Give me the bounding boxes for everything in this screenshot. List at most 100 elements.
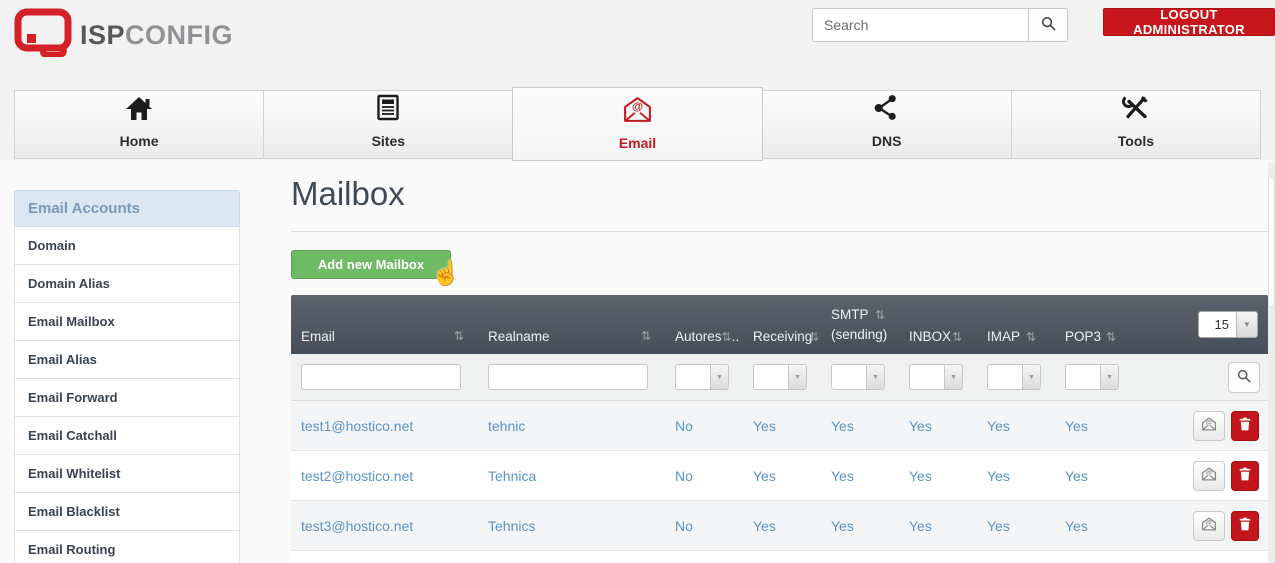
sidebar-item-email-catchall[interactable]: Email Catchall [14, 417, 240, 455]
filter-imap-select[interactable]: ▼ [987, 364, 1041, 390]
column-header-pop3: POP3⇅ [1055, 329, 1133, 354]
cell-pop3[interactable]: Yes [1055, 468, 1133, 484]
sort-icon-imap[interactable]: ⇅ [1026, 330, 1036, 344]
search-button[interactable] [1028, 8, 1068, 42]
cell-email[interactable]: test2@hostico.net [291, 468, 478, 484]
sort-icon-realname[interactable]: ⇅ [641, 329, 651, 344]
sidebar-item-email-whitelist[interactable]: Email Whitelist [14, 455, 240, 493]
delete-button[interactable] [1231, 411, 1259, 441]
cell-email[interactable]: test3@hostico.net [291, 518, 478, 534]
cell-receiving[interactable]: Yes [743, 468, 821, 484]
table-row: test2@hostico.net Tehnica No Yes Yes Yes… [291, 451, 1268, 501]
cell-inbox[interactable]: Yes [899, 468, 977, 484]
tab-dns[interactable]: DNS [763, 90, 1012, 159]
cell-autoresponder[interactable]: No [665, 418, 743, 434]
filter-pop3-select[interactable]: ▼ [1065, 364, 1119, 390]
sidebar-item-domain[interactable]: Domain [14, 227, 240, 265]
webmail-envelope-icon: @ [1201, 517, 1217, 534]
cell-email[interactable]: test1@hostico.net [291, 418, 478, 434]
column-header-autoresponder-ellipsis: .. [732, 329, 740, 344]
filter-search-button[interactable] [1228, 362, 1260, 393]
sidebar-item-domain-alias[interactable]: Domain Alias [14, 265, 240, 303]
sort-icon-receiving[interactable]: ⇅ [809, 330, 819, 344]
filter-realname-input[interactable] [488, 364, 648, 390]
scrollbar-thumb[interactable] [1268, 177, 1275, 307]
main-navigation: Home Sites @ Email DNS Tools [14, 90, 1261, 159]
sidebar-item-email-blacklist[interactable]: Email Blacklist [14, 493, 240, 531]
filter-autoresponder-select[interactable]: ▼ [675, 364, 729, 390]
dns-network-icon [873, 94, 900, 126]
cell-receiving[interactable]: Yes [743, 518, 821, 534]
tab-sites[interactable]: Sites [264, 90, 513, 159]
sort-icon-pop3[interactable]: ⇅ [1106, 330, 1116, 344]
cell-imap[interactable]: Yes [977, 418, 1055, 434]
webmail-button[interactable]: @ [1193, 411, 1225, 441]
row-actions: @ [1133, 511, 1268, 541]
column-header-smtp-label: SMTP [831, 307, 868, 322]
filter-receiving-select[interactable]: ▼ [753, 364, 807, 390]
column-header-email: Email ⇅ [291, 329, 478, 354]
cell-inbox[interactable]: Yes [899, 418, 977, 434]
cell-smtp[interactable]: Yes [821, 418, 899, 434]
home-icon [125, 95, 153, 126]
delete-button[interactable] [1231, 461, 1259, 491]
chevron-down-icon: ▼ [944, 365, 962, 389]
table-row: test1@hostico.net tehnic No Yes Yes Yes … [291, 401, 1268, 451]
sidebar-email-accounts: Email Accounts Domain Domain Alias Email… [14, 190, 240, 563]
filter-inbox-select[interactable]: ▼ [909, 364, 963, 390]
sidebar-item-email-routing[interactable]: Email Routing [14, 531, 240, 563]
vertical-scrollbar[interactable] [1268, 163, 1275, 563]
cell-receiving[interactable]: Yes [743, 418, 821, 434]
page-title: Mailbox [291, 176, 1268, 212]
table-header-row: Email ⇅ Realname ⇅ Autores⇅.. Receiving⇅… [291, 295, 1268, 354]
tab-sites-label: Sites [372, 133, 405, 149]
cell-inbox[interactable]: Yes [899, 518, 977, 534]
sort-icon-smtp[interactable]: ⇅ [875, 308, 885, 322]
cell-realname[interactable]: tehnic [478, 418, 665, 434]
add-new-mailbox-button[interactable]: Add new Mailbox [291, 250, 451, 279]
logout-button[interactable]: LOGOUT ADMINISTRATOR [1103, 8, 1275, 36]
delete-button[interactable] [1231, 511, 1259, 541]
filter-email-input[interactable] [301, 364, 461, 390]
title-divider [291, 231, 1268, 232]
column-header-receiving: Receiving⇅ [743, 329, 821, 354]
column-header-inbox: INBOX⇅ [899, 329, 977, 354]
logo-text-isp: ISP [80, 20, 125, 50]
sort-icon-inbox[interactable]: ⇅ [952, 330, 962, 344]
chevron-down-icon: ▼ [710, 365, 728, 389]
cell-smtp[interactable]: Yes [821, 518, 899, 534]
tab-email-label: Email [619, 135, 656, 151]
sidebar-item-email-alias[interactable]: Email Alias [14, 341, 240, 379]
cell-pop3[interactable]: Yes [1055, 418, 1133, 434]
sort-icon-autoresponder[interactable]: ⇅ [722, 330, 732, 344]
tab-tools[interactable]: Tools [1012, 90, 1261, 159]
cell-realname[interactable]: Tehnics [478, 518, 665, 534]
tab-home[interactable]: Home [14, 90, 264, 159]
column-header-autoresponder-label: Autores [675, 329, 722, 344]
cell-imap[interactable]: Yes [977, 518, 1055, 534]
trash-icon [1239, 417, 1251, 434]
cell-autoresponder[interactable]: No [665, 468, 743, 484]
filter-smtp-select[interactable]: ▼ [831, 364, 885, 390]
column-header-realname-label: Realname [488, 329, 550, 344]
sort-icon-email[interactable]: ⇅ [454, 329, 464, 344]
webmail-button[interactable]: @ [1193, 461, 1225, 491]
global-search [812, 8, 1068, 42]
logo-text: ISPCONFIG [80, 20, 233, 51]
row-actions: @ [1133, 461, 1268, 491]
cell-smtp[interactable]: Yes [821, 468, 899, 484]
cell-autoresponder[interactable]: No [665, 518, 743, 534]
webmail-button[interactable]: @ [1193, 511, 1225, 541]
webmail-envelope-icon: @ [1201, 467, 1217, 484]
page-size-select[interactable]: 15 ▼ [1198, 311, 1258, 338]
svg-text:@: @ [632, 101, 643, 113]
sidebar-item-email-mailbox[interactable]: Email Mailbox [14, 303, 240, 341]
table-row-partial [291, 551, 1268, 562]
cell-realname[interactable]: Tehnica [478, 468, 665, 484]
tab-email[interactable]: @ Email [512, 87, 762, 161]
cell-imap[interactable]: Yes [977, 468, 1055, 484]
tab-dns-label: DNS [872, 133, 902, 149]
cell-pop3[interactable]: Yes [1055, 518, 1133, 534]
sidebar-item-email-forward[interactable]: Email Forward [14, 379, 240, 417]
search-input[interactable] [812, 8, 1028, 42]
